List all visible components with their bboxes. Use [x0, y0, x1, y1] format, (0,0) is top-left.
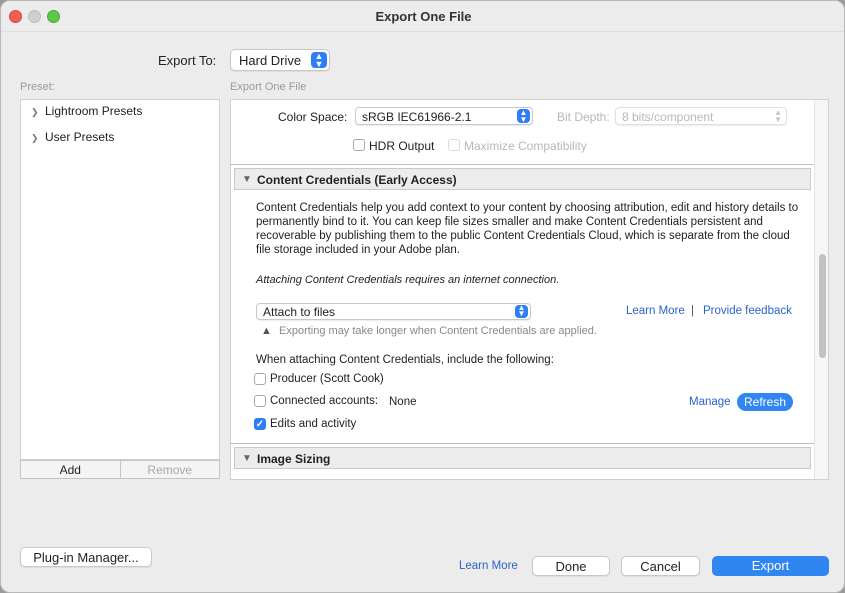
export-to-select[interactable]: Hard Drive ▲ ▼ — [230, 49, 330, 71]
scrollbar-thumb[interactable] — [819, 254, 826, 358]
connected-accounts-checkbox[interactable] — [254, 395, 266, 407]
bit-depth-label: Bit Depth: — [557, 110, 610, 124]
content-credentials-title: Content Credentials (Early Access) — [257, 173, 457, 187]
bit-depth-select[interactable]: 8 bits/component ▲ ▼ — [615, 107, 787, 125]
connected-accounts-value: None — [389, 396, 417, 408]
maximize-compatibility-checkbox[interactable] — [448, 139, 460, 151]
main-panel-label: Export One File — [230, 81, 307, 93]
chevron-updown-icon: ▲ ▼ — [774, 108, 782, 124]
export-dialog: Export One File Export To: Hard Drive ▲ ▼… — [0, 0, 845, 593]
export-button[interactable]: Export — [712, 556, 829, 576]
color-space-label: Color Space: — [278, 110, 348, 124]
edits-activity-checkbox[interactable]: ✓ — [254, 418, 266, 430]
remove-preset-button[interactable]: Remove — [121, 461, 220, 478]
chevron-updown-icon: ▲ ▼ — [515, 304, 528, 318]
done-button[interactable]: Done — [532, 556, 610, 576]
section-divider — [230, 164, 814, 165]
producer-label: Producer (Scott Cook) — [270, 373, 384, 385]
title-bar: Export One File — [1, 1, 844, 32]
maximize-compatibility-label: Maximize Compatibility — [464, 139, 587, 153]
plugin-manager-button[interactable]: Plug-in Manager... — [20, 547, 152, 567]
manage-link[interactable]: Manage — [689, 396, 731, 408]
disclosure-right-icon[interactable]: ❯ — [31, 107, 45, 118]
color-space-select[interactable]: sRGB IEC61966-2.1 ▲ ▼ — [355, 107, 533, 125]
chevron-updown-icon: ▲ ▼ — [311, 52, 327, 69]
preset-list: ❯ Lightroom Presets ❯ User Presets — [20, 99, 220, 460]
image-sizing-header[interactable]: ▼ Image Sizing — [234, 447, 811, 469]
disclosure-down-icon[interactable]: ▼ — [242, 174, 252, 185]
connected-accounts-label: Connected accounts: — [270, 395, 379, 407]
producer-checkbox[interactable] — [254, 373, 266, 385]
preset-folder-lightroom[interactable]: ❯ Lightroom Presets — [31, 104, 142, 118]
hdr-output-checkbox[interactable] — [353, 139, 365, 151]
disclosure-right-icon[interactable]: ❯ — [31, 133, 45, 144]
content-credentials-description: Content Credentials help you add context… — [256, 202, 799, 256]
footer-learn-more-link[interactable]: Learn More — [459, 560, 518, 572]
warning-icon: ▲ — [261, 325, 272, 337]
refresh-button[interactable]: Refresh — [737, 393, 793, 411]
preset-folder-label: Lightroom Presets — [45, 104, 143, 118]
attach-mode-select[interactable]: Attach to files ▲ ▼ — [256, 303, 531, 320]
export-to-value: Hard Drive — [239, 53, 302, 68]
color-space-value: sRGB IEC61966-2.1 — [362, 110, 472, 124]
preset-folder-user[interactable]: ❯ User Presets — [31, 130, 114, 144]
disclosure-down-icon[interactable]: ▼ — [242, 453, 252, 464]
attach-mode-value: Attach to files — [263, 305, 336, 319]
section-divider — [230, 443, 814, 444]
window-title: Export One File — [375, 9, 472, 24]
export-time-warning: ▲ Exporting may take longer when Content … — [261, 325, 597, 337]
chevron-updown-icon: ▲ ▼ — [517, 109, 530, 124]
add-preset-button[interactable]: Add — [21, 461, 121, 478]
preset-folder-label: User Presets — [45, 130, 115, 144]
preset-button-row: Add Remove — [20, 460, 220, 479]
hdr-output-label: HDR Output — [369, 139, 435, 153]
warning-text: Exporting may take longer when Content C… — [279, 325, 597, 337]
internet-connection-note: Attaching Content Credentials requires a… — [256, 274, 560, 286]
preset-label: Preset: — [20, 81, 55, 93]
export-to-label: Export To: — [158, 53, 217, 68]
cancel-button[interactable]: Cancel — [621, 556, 700, 576]
include-following-label: When attaching Content Credentials, incl… — [256, 354, 554, 366]
link-divider: | — [691, 305, 694, 317]
settings-scrollbar[interactable] — [814, 100, 828, 479]
learn-more-link[interactable]: Learn More — [626, 305, 685, 317]
bit-depth-value: 8 bits/component — [622, 110, 714, 124]
image-sizing-title: Image Sizing — [257, 452, 331, 466]
edits-activity-label: Edits and activity — [270, 418, 357, 430]
content-credentials-header[interactable]: ▼ Content Credentials (Early Access) — [234, 168, 811, 190]
provide-feedback-link[interactable]: Provide feedback — [703, 305, 792, 317]
